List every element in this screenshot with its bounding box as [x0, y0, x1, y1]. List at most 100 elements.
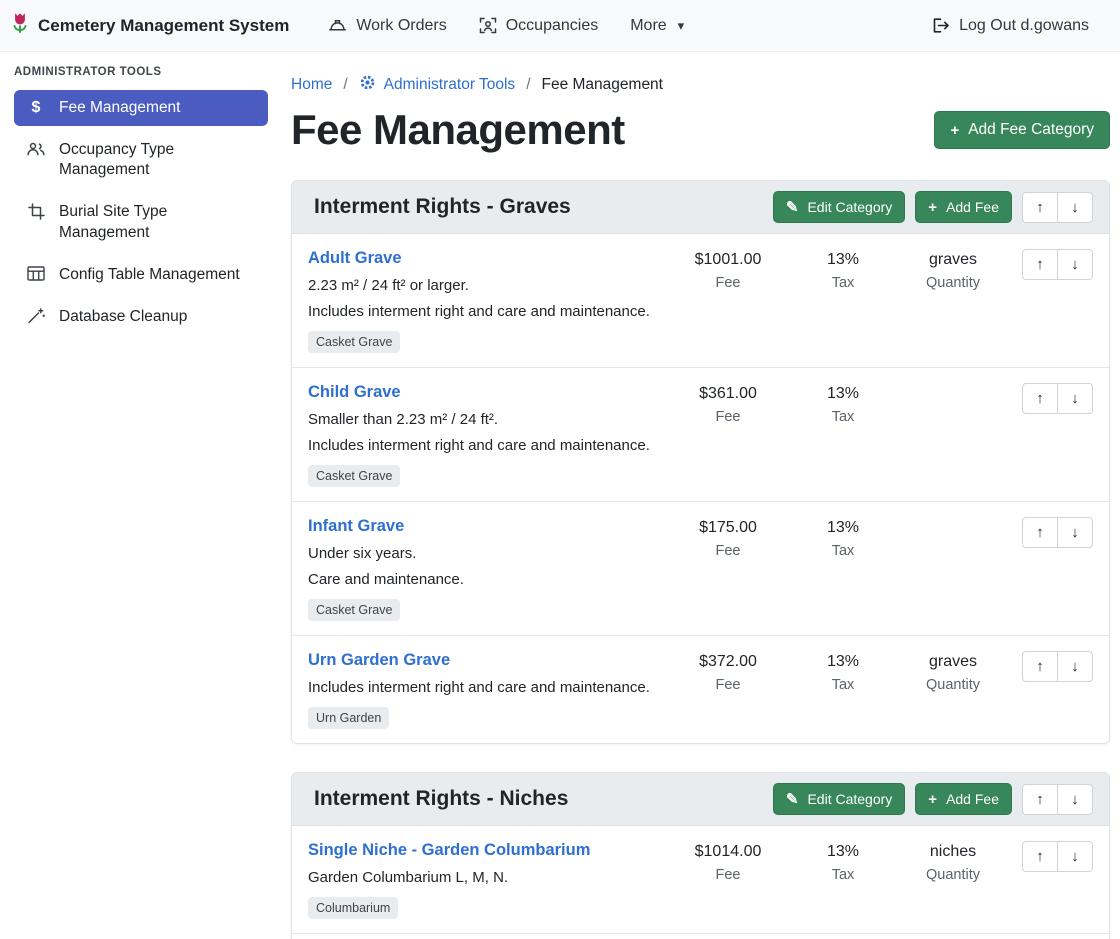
fee-amount: $1014.00: [663, 843, 793, 861]
breadcrumb-admin-tools-link[interactable]: Administrator Tools: [359, 74, 516, 96]
plus-icon: +: [928, 792, 937, 807]
arrow-down-icon: ↓: [1071, 848, 1079, 865]
category-header: Interment Rights - Niches ✎ Edit Categor…: [292, 773, 1109, 826]
fee-tax-col: 13% Tax: [793, 249, 893, 353]
arrow-down-icon: ↓: [1071, 199, 1079, 216]
fee-tax-label: Tax: [793, 677, 893, 693]
fee-tax-label: Tax: [793, 409, 893, 425]
crop-icon: [26, 203, 46, 220]
fee-name-link[interactable]: Single Niche - Garden Columbarium: [308, 841, 590, 860]
sidebar-item-config-table[interactable]: Config Table Management: [14, 257, 268, 293]
fee-name-link[interactable]: Infant Grave: [308, 517, 404, 536]
plus-icon: +: [928, 200, 937, 215]
arrow-up-icon: ↑: [1036, 256, 1044, 273]
fee-quantity-col: niches Quantity: [893, 841, 1013, 919]
fee-amount-label: Fee: [663, 275, 793, 291]
hard-hat-icon: [328, 17, 347, 34]
edit-category-button[interactable]: ✎ Edit Category: [773, 191, 905, 223]
fee-description: Under six years.: [308, 545, 663, 562]
edit-category-button[interactable]: ✎ Edit Category: [773, 783, 905, 815]
arrow-up-icon: ↑: [1036, 658, 1044, 675]
arrow-down-icon: ↓: [1071, 256, 1079, 273]
breadcrumb-home-link[interactable]: Home: [291, 76, 332, 94]
main-content: Home / Administrator Tools / Fee Managem…: [280, 52, 1120, 939]
fee-info: Infant Grave Under six years. Care and m…: [308, 517, 663, 621]
move-fee-up-button[interactable]: ↑: [1022, 517, 1058, 548]
arrow-up-icon: ↑: [1036, 524, 1044, 541]
add-fee-button[interactable]: + Add Fee: [915, 191, 1012, 223]
app-brand[interactable]: Cemetery Management System: [10, 12, 289, 39]
move-category-down-button[interactable]: ↓: [1057, 784, 1093, 815]
fee-amount-label: Fee: [663, 409, 793, 425]
nav-right: Log Out d.gowans: [918, 9, 1102, 43]
fee-tax: 13%: [793, 843, 893, 861]
arrow-up-icon: ↑: [1036, 199, 1044, 216]
pencil-icon: ✎: [786, 792, 799, 807]
category-card-niches: Interment Rights - Niches ✎ Edit Categor…: [291, 772, 1110, 939]
sidebar-item-label: Occupancy Type Management: [59, 140, 258, 180]
fee-amount-col: $1001.00 Fee: [663, 249, 793, 353]
fee-amount: $1001.00: [663, 251, 793, 269]
sidebar-item-label: Burial Site Type Management: [59, 202, 258, 242]
fee-row: Single Niche - Garden Columbarium Garden…: [292, 826, 1109, 933]
fee-description: 2.23 m² / 24 ft² or larger.: [308, 277, 663, 294]
fee-amount-col: $372.00 Fee: [663, 651, 793, 729]
sidebar-item-burial-site-type[interactable]: Burial Site Type Management: [14, 194, 268, 250]
fee-tax: 13%: [793, 385, 893, 403]
move-fee-down-button[interactable]: ↓: [1057, 841, 1093, 872]
sidebar-item-occupancy-type[interactable]: Occupancy Type Management: [14, 132, 268, 188]
fee-type-badge: Urn Garden: [308, 707, 389, 729]
move-fee-down-button[interactable]: ↓: [1057, 249, 1093, 280]
arrow-down-icon: ↓: [1071, 524, 1079, 541]
move-fee-down-button[interactable]: ↓: [1057, 651, 1093, 682]
move-fee-down-button[interactable]: ↓: [1057, 383, 1093, 414]
tulip-logo-icon: [10, 12, 30, 39]
move-category-up-button[interactable]: ↑: [1022, 192, 1058, 223]
sidebar-item-fee-management[interactable]: $ Fee Management: [14, 90, 268, 126]
logout-link[interactable]: Log Out d.gowans: [918, 9, 1102, 43]
sidebar: ADMINISTRATOR TOOLS $ Fee Management Occ…: [0, 52, 280, 939]
move-category-up-button[interactable]: ↑: [1022, 784, 1058, 815]
fee-description: Care and maintenance.: [308, 571, 663, 588]
fee-row: Infant Grave Under six years. Care and m…: [292, 501, 1109, 635]
fee-quantity-col: graves Quantity: [893, 651, 1013, 729]
sidebar-item-database-cleanup[interactable]: Database Cleanup: [14, 299, 268, 335]
fee-name-link[interactable]: Urn Garden Grave: [308, 651, 450, 670]
fee-amount-label: Fee: [663, 677, 793, 693]
arrow-up-icon: ↑: [1036, 390, 1044, 407]
fee-name-link[interactable]: Child Grave: [308, 383, 401, 402]
nav-item-more[interactable]: More ▾: [617, 9, 697, 43]
fee-tax-col: 13% Tax: [793, 651, 893, 729]
fee-name-link[interactable]: Adult Grave: [308, 249, 402, 268]
arrow-down-icon: ↓: [1071, 390, 1079, 407]
nav-item-work-orders[interactable]: Work Orders: [315, 9, 459, 43]
fee-tax-label: Tax: [793, 867, 893, 883]
breadcrumb-separator: /: [526, 76, 530, 94]
fee-reorder-buttons: ↑ ↓: [1022, 651, 1093, 682]
top-navbar: Cemetery Management System Work Orders: [0, 0, 1120, 52]
move-fee-up-button[interactable]: ↑: [1022, 841, 1058, 872]
fee-quantity: graves: [893, 653, 1013, 671]
fee-quantity-col: [893, 383, 1013, 487]
move-fee-up-button[interactable]: ↑: [1022, 651, 1058, 682]
sidebar-item-label: Fee Management: [59, 98, 181, 118]
fee-quantity: graves: [893, 251, 1013, 269]
move-fee-up-button[interactable]: ↑: [1022, 249, 1058, 280]
nav-item-occupancies[interactable]: Occupancies: [466, 9, 612, 43]
fee-quantity-label: Quantity: [893, 275, 1013, 291]
add-fee-category-button[interactable]: + Add Fee Category: [934, 111, 1110, 149]
breadcrumb-current: Fee Management: [542, 76, 664, 94]
fee-tax: 13%: [793, 653, 893, 671]
fee-type-badge: Casket Grave: [308, 599, 400, 621]
category-card-graves: Interment Rights - Graves ✎ Edit Categor…: [291, 180, 1110, 744]
fee-amount: $175.00: [663, 519, 793, 537]
fee-row: Child Grave Smaller than 2.23 m² / 24 ft…: [292, 367, 1109, 501]
move-fee-up-button[interactable]: ↑: [1022, 383, 1058, 414]
move-fee-down-button[interactable]: ↓: [1057, 517, 1093, 548]
fee-row: Adult Grave 2.23 m² / 24 ft² or larger. …: [292, 234, 1109, 367]
arrow-up-icon: ↑: [1036, 791, 1044, 808]
category-title: Interment Rights - Niches: [308, 787, 568, 811]
move-category-down-button[interactable]: ↓: [1057, 192, 1093, 223]
add-fee-button[interactable]: + Add Fee: [915, 783, 1012, 815]
fee-row: Urn Garden Grave Includes interment righ…: [292, 635, 1109, 743]
